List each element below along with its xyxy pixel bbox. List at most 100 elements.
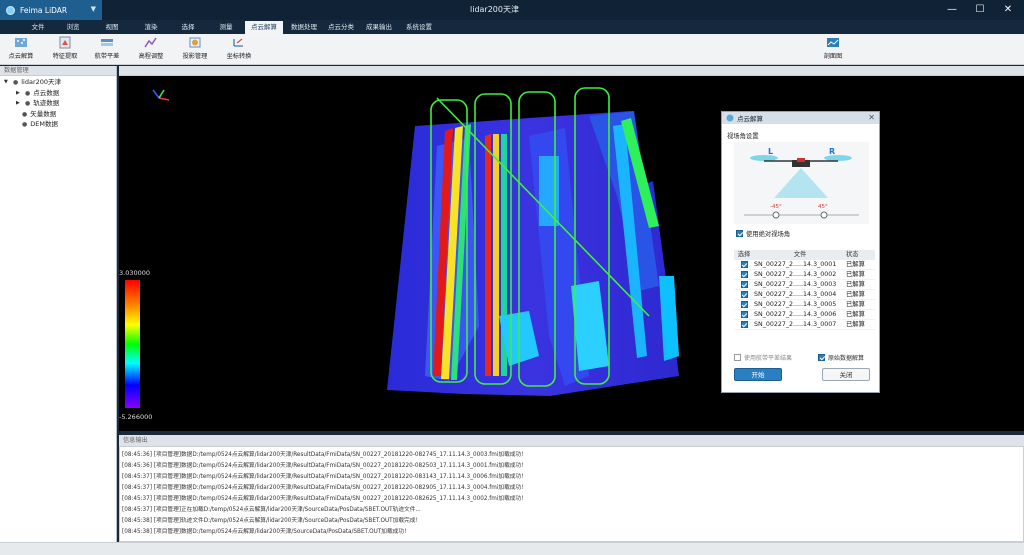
colorbar-min: -5.266000 <box>119 413 152 421</box>
data-manager-panel: 数据管理 ▼ ● lidar200天津 ▶ ● 点云数据 ▶ ● 轨迹数据 ● … <box>0 66 117 542</box>
maximize-button[interactable]: ☐ <box>966 1 994 19</box>
log-line: [08:45:38] [项目管理]轨迹文件D:/temp/0524点云解算/li… <box>122 518 422 524</box>
table-row[interactable]: SN_00227_2.....14.3_0006 已解算 <box>734 310 875 320</box>
tool-feature-extract[interactable]: 特征提取 <box>48 36 82 64</box>
log-line: [08:45:37] [项目管理]数据D:/temp/0524点云解算/lida… <box>122 474 527 480</box>
table-row[interactable]: SN_00227_2.....14.3_0004 已解算 <box>734 290 875 300</box>
row-checkbox[interactable] <box>740 260 748 268</box>
row-checkbox[interactable] <box>740 280 748 288</box>
menu-classify[interactable]: 点云分类 <box>324 21 358 34</box>
table-row[interactable]: SN_00227_2.....14.3_0007 已解算 <box>734 320 875 330</box>
table-row[interactable]: SN_00227_2.....14.3_0005 已解算 <box>734 300 875 310</box>
info-output-log[interactable]: [08:45:36] [项目管理]数据D:/temp/0524点云解算/lida… <box>119 446 1024 542</box>
caret-down-icon: ▼ <box>90 5 96 13</box>
tool-pointcloud-solve[interactable]: 点云解算 <box>4 36 38 64</box>
left-label: L <box>768 147 773 156</box>
tool-strip-adjust[interactable]: 航带平差 <box>90 36 124 64</box>
axis-gizmo-icon <box>152 89 170 101</box>
use-strip-adjust-option[interactable]: 使用航带平差结果 <box>734 353 792 362</box>
menu-measure[interactable]: 测量 <box>215 21 237 34</box>
layer-icon: ● <box>25 100 31 107</box>
tree-item-dem[interactable]: ● DEM数据 <box>22 120 58 129</box>
left-angle-slider[interactable] <box>772 211 780 219</box>
layer-icon: ● <box>22 111 28 118</box>
menu-select[interactable]: 选择 <box>177 21 199 34</box>
ribbon-toolbar: 点云解算 特征提取 航带平差 高程调整 投影管理 坐标转换 剖面图 <box>0 34 1024 65</box>
right-angle-slider[interactable] <box>820 211 828 219</box>
left-angle-value: -45° <box>770 204 782 210</box>
pointcloud-viewport[interactable]: 3.030000 -5.266000 <box>119 76 1024 431</box>
title-bar: Feima LiDAR ▼ lidar200天津 — ☐ ✕ <box>0 0 1024 20</box>
row-checkbox[interactable] <box>740 310 748 318</box>
menu-settings[interactable]: 系统设置 <box>402 21 436 34</box>
row-checkbox[interactable] <box>740 300 748 308</box>
close-button[interactable]: ✕ <box>994 1 1022 19</box>
coordinate-transform-icon <box>233 38 243 47</box>
status-bar <box>0 542 1024 555</box>
right-label: R <box>829 147 835 156</box>
dialog-title: 点云解算 <box>737 115 763 123</box>
layer-icon: ● <box>22 121 28 128</box>
start-button[interactable]: 开始 <box>734 368 782 381</box>
app-menu-button[interactable]: Feima LiDAR ▼ <box>0 0 102 20</box>
log-line: [08:45:37] [项目管理]数据D:/temp/0524点云解算/lida… <box>122 485 527 491</box>
tree-item-vector[interactable]: ● 矢量数据 <box>22 110 56 119</box>
app-logo-icon <box>6 5 15 15</box>
tree-item-pointcloud[interactable]: ▶ ● 点云数据 <box>16 89 59 98</box>
minimize-button[interactable]: — <box>938 1 966 19</box>
menu-output[interactable]: 成果输出 <box>362 21 396 34</box>
info-output-title: 信息输出 <box>119 435 1024 446</box>
row-checkbox[interactable] <box>740 320 748 328</box>
table-row[interactable]: SN_00227_2.....14.3_0002 已解算 <box>734 270 875 280</box>
close-dialog-button[interactable]: 关闭 <box>822 368 870 381</box>
dialog-titlebar: 点云解算 <box>722 112 879 124</box>
pointcloud-canvas: 3.030000 -5.266000 <box>119 87 679 421</box>
table-row[interactable]: SN_00227_2.....14.3_0001 已解算 <box>734 260 875 270</box>
tree-root[interactable]: ▼ ● lidar200天津 <box>4 78 61 87</box>
app-name: Feima LiDAR <box>20 5 68 15</box>
log-line: [08:45:38] [项目管理]数据D:/temp/0524点云解算/lida… <box>122 529 410 535</box>
dialog-app-icon <box>726 114 734 122</box>
abs-angle-option[interactable]: 使用绝对视场角 <box>736 229 790 238</box>
menu-pointcloud-solve[interactable]: 点云解算 <box>245 21 283 34</box>
data-manager-title: 数据管理 <box>0 66 116 76</box>
right-angle-value: 45° <box>818 204 828 210</box>
dialog-close-icon[interactable]: ✕ <box>868 113 875 122</box>
pointcloud-solve-dialog: 点云解算 ✕ 视场角设置 L R -45° 45° 使用绝对视场角 选择 文件 … <box>721 111 880 393</box>
expand-right-icon: ▶ <box>16 90 20 96</box>
feature-extract-icon <box>59 36 71 49</box>
layer-icon: ● <box>25 90 31 97</box>
tool-coord-transform[interactable]: 坐标转换 <box>222 36 256 64</box>
raw-data-solve-checkbox[interactable] <box>818 354 825 361</box>
raw-data-solve-option[interactable]: 原始数据解算 <box>818 353 864 362</box>
log-line: [08:45:37] [项目管理]数据D:/temp/0524点云解算/lida… <box>122 496 527 502</box>
tool-elevation-adjust[interactable]: 高程调整 <box>134 36 168 64</box>
drone-diagram: L R -45° 45° <box>734 142 869 224</box>
menu-data-process[interactable]: 数据处理 <box>288 21 320 34</box>
log-line: [08:45:36] [项目管理]数据D:/temp/0524点云解算/lida… <box>122 463 527 469</box>
viewport-header <box>119 66 1024 76</box>
pointcloud-solve-icon <box>15 38 27 47</box>
menu-browse[interactable]: 浏览 <box>62 21 84 34</box>
file-table: 选择 文件 状态 SN_00227_2.....14.3_0001 已解算 SN_… <box>734 250 875 330</box>
menu-file[interactable]: 文件 <box>27 21 49 34</box>
menu-bar: 文件 浏览 视图 渲染 选择 测量 点云解算 数据处理 点云分类 成果输出 系统… <box>0 20 1024 34</box>
abs-angle-checkbox[interactable] <box>736 230 743 237</box>
tool-profile[interactable]: 剖面图 <box>816 36 850 64</box>
expand-down-icon: ▼ <box>4 79 8 85</box>
menu-view[interactable]: 视图 <box>101 21 123 34</box>
log-line: [08:45:36] [项目管理]数据D:/temp/0524点云解算/lida… <box>122 452 527 458</box>
row-checkbox[interactable] <box>740 270 748 278</box>
log-line: [08:45:37] [项目管理]正在加载D:/temp/0524点云解算/li… <box>122 507 421 513</box>
elevation-colorbar <box>125 280 140 408</box>
tool-projection-manage[interactable]: 投影管理 <box>178 36 212 64</box>
table-row[interactable]: SN_00227_2.....14.3_0003 已解算 <box>734 280 875 290</box>
menu-render[interactable]: 渲染 <box>140 21 162 34</box>
strip-adjust-icon <box>101 39 113 46</box>
tree-item-trajectory[interactable]: ▶ ● 轨迹数据 <box>16 99 59 108</box>
use-strip-adjust-checkbox[interactable] <box>734 354 741 361</box>
projection-manage-icon <box>189 37 201 48</box>
expand-right-icon: ▶ <box>16 100 20 106</box>
file-table-header: 选择 文件 状态 <box>734 250 875 260</box>
row-checkbox[interactable] <box>740 290 748 298</box>
